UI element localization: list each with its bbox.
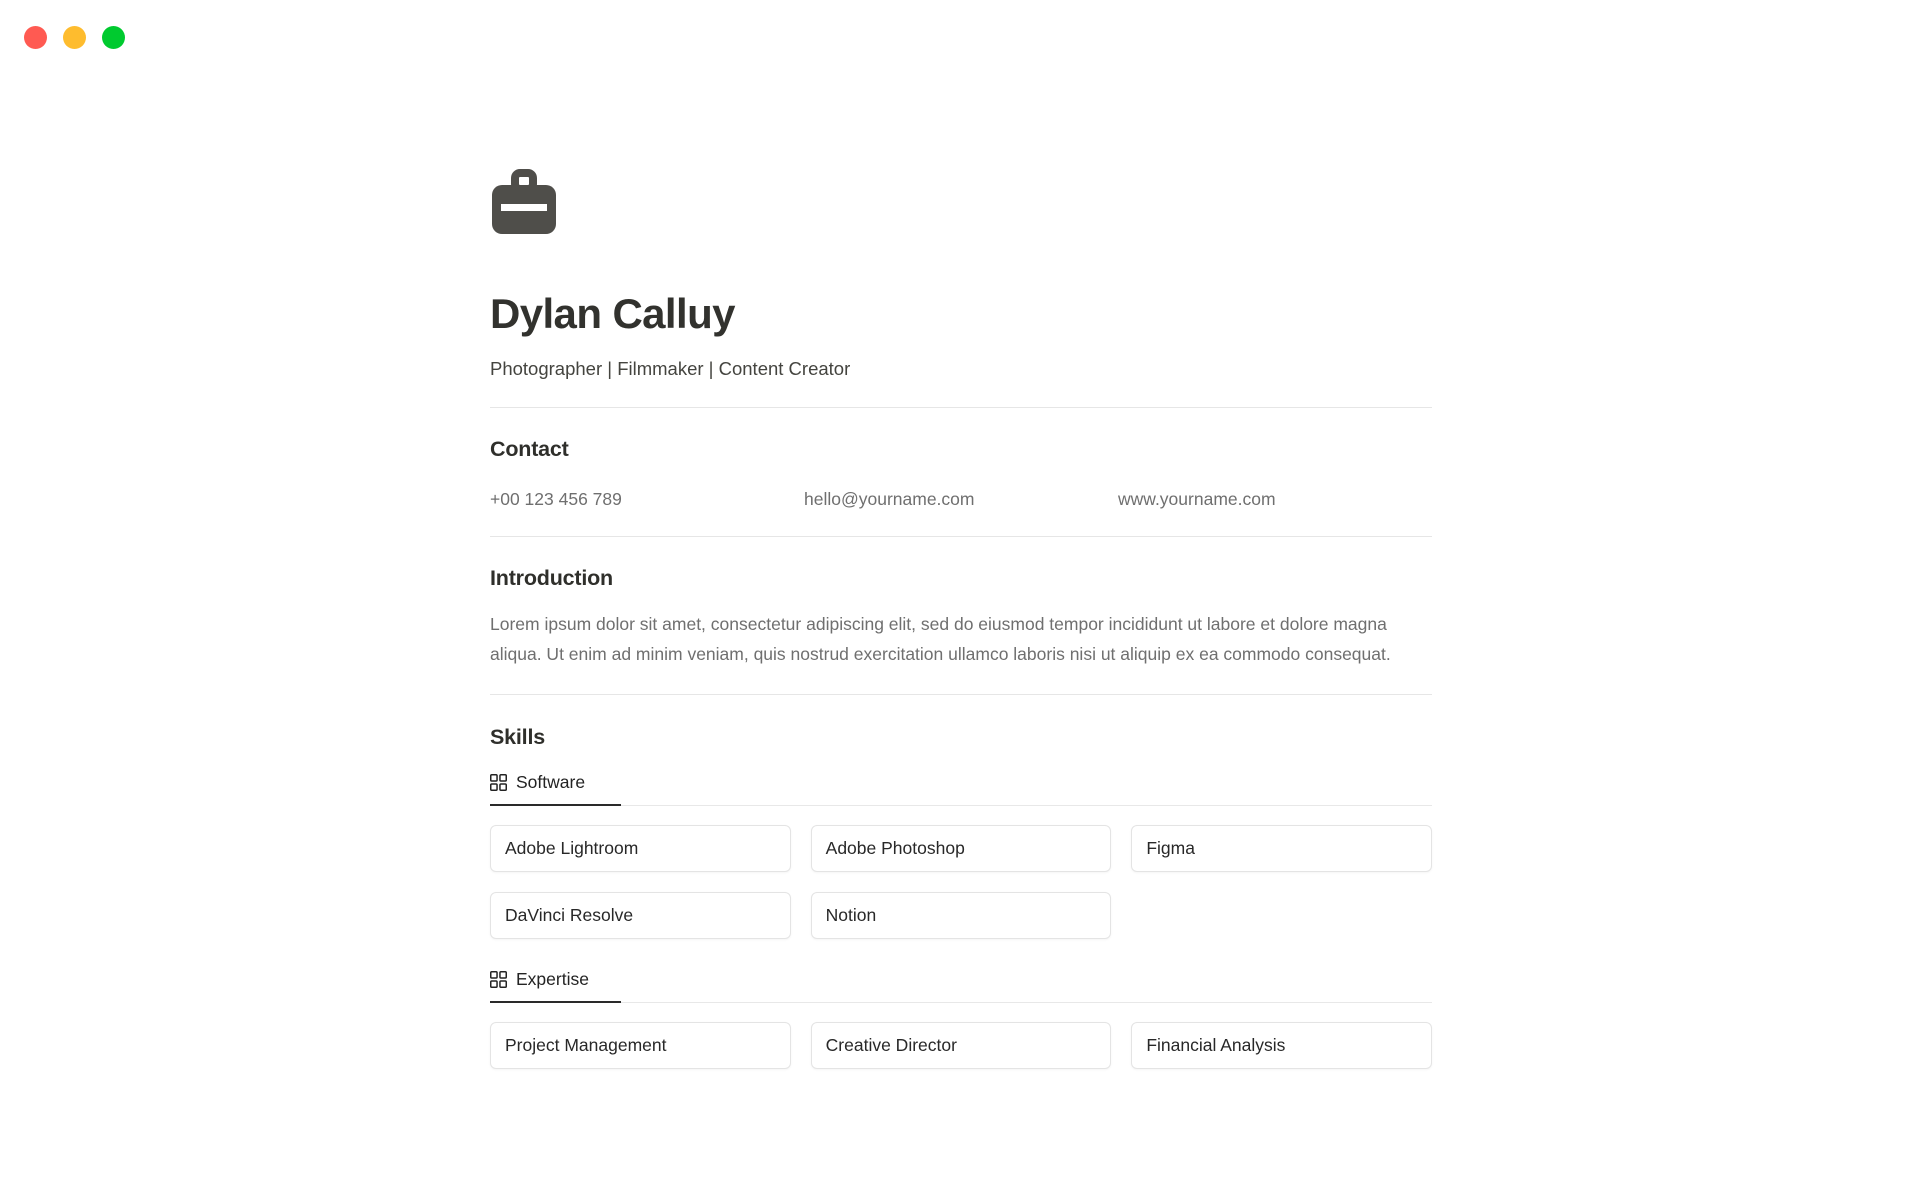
window-close-button[interactable] xyxy=(24,25,47,49)
contact-phone[interactable]: +00 123 456 789 xyxy=(490,488,804,511)
skill-card[interactable]: Adobe Photoshop xyxy=(810,825,1112,873)
profile-tagline: Photographer | Filmmaker | Content Creat… xyxy=(490,358,851,380)
tab-expertise[interactable]: Expertise xyxy=(490,969,589,999)
tab-active-indicator xyxy=(490,803,621,807)
resume-document: Dylan Calluy Photographer | Filmmaker | … xyxy=(490,74,1432,1070)
profile-avatar xyxy=(490,74,1432,236)
skill-card[interactable]: Financial Analysis xyxy=(1131,1022,1432,1070)
skills-section: Skills Software Adobe Lightroom Adobe Ph… xyxy=(490,695,1432,1070)
window-maximize-button[interactable] xyxy=(102,25,125,49)
skill-card[interactable]: Notion xyxy=(810,892,1112,940)
contact-heading: Contact xyxy=(490,437,569,462)
skill-card-label: Financial Analysis xyxy=(1146,1035,1286,1056)
tab-active-indicator xyxy=(490,1000,621,1004)
skill-card-label: Adobe Lightroom xyxy=(505,838,639,859)
skill-card[interactable]: Adobe Lightroom xyxy=(490,825,791,873)
skill-card[interactable]: Project Management xyxy=(490,1022,791,1070)
skill-card-label: Adobe Photoshop xyxy=(825,838,965,859)
skill-card-label: Creative Director xyxy=(825,1035,957,1056)
tab-underline-track xyxy=(490,1002,1432,1004)
contact-list: +00 123 456 789 hello@yourname.com www.y… xyxy=(490,488,1432,511)
grid-icon xyxy=(490,971,507,989)
page-canvas: Dylan Calluy Photographer | Filmmaker | … xyxy=(0,74,1920,1200)
tab-row-expertise: Expertise xyxy=(490,969,1432,1004)
expertise-card-grid: Project Management Creative Director Fin… xyxy=(490,1022,1432,1070)
contact-email[interactable]: hello@yourname.com xyxy=(804,488,1118,511)
skill-card-label: Notion xyxy=(825,905,877,926)
skill-card[interactable]: DaVinci Resolve xyxy=(490,892,791,940)
skill-card-label: Figma xyxy=(1146,838,1195,859)
briefcase-icon xyxy=(492,169,556,234)
tab-expertise-label: Expertise xyxy=(516,969,589,990)
tab-underline-track xyxy=(490,805,1432,807)
skills-heading: Skills xyxy=(490,725,545,750)
contact-section: Contact +00 123 456 789 hello@yourname.c… xyxy=(490,408,1432,511)
window-titlebar xyxy=(0,0,1920,74)
skill-card-label: DaVinci Resolve xyxy=(505,905,634,926)
page-title: Dylan Calluy xyxy=(490,290,735,337)
introduction-body: Lorem ipsum dolor sit amet, consectetur … xyxy=(490,613,1391,664)
skill-card-label: Project Management xyxy=(505,1035,667,1056)
tab-software[interactable]: Software xyxy=(490,772,585,802)
introduction-heading: Introduction xyxy=(490,565,613,590)
skill-card[interactable]: Creative Director xyxy=(810,1022,1112,1070)
tab-software-label: Software xyxy=(516,772,586,793)
skill-card[interactable]: Figma xyxy=(1131,825,1432,873)
window-minimize-button[interactable] xyxy=(63,25,86,49)
tab-row-software: Software xyxy=(490,772,1432,807)
introduction-section: Introduction Lorem ipsum dolor sit amet,… xyxy=(490,537,1432,669)
contact-website[interactable]: www.yourname.com xyxy=(1118,488,1432,511)
software-card-grid: Adobe Lightroom Adobe Photoshop Figma Da… xyxy=(490,825,1432,940)
grid-icon xyxy=(490,774,507,792)
